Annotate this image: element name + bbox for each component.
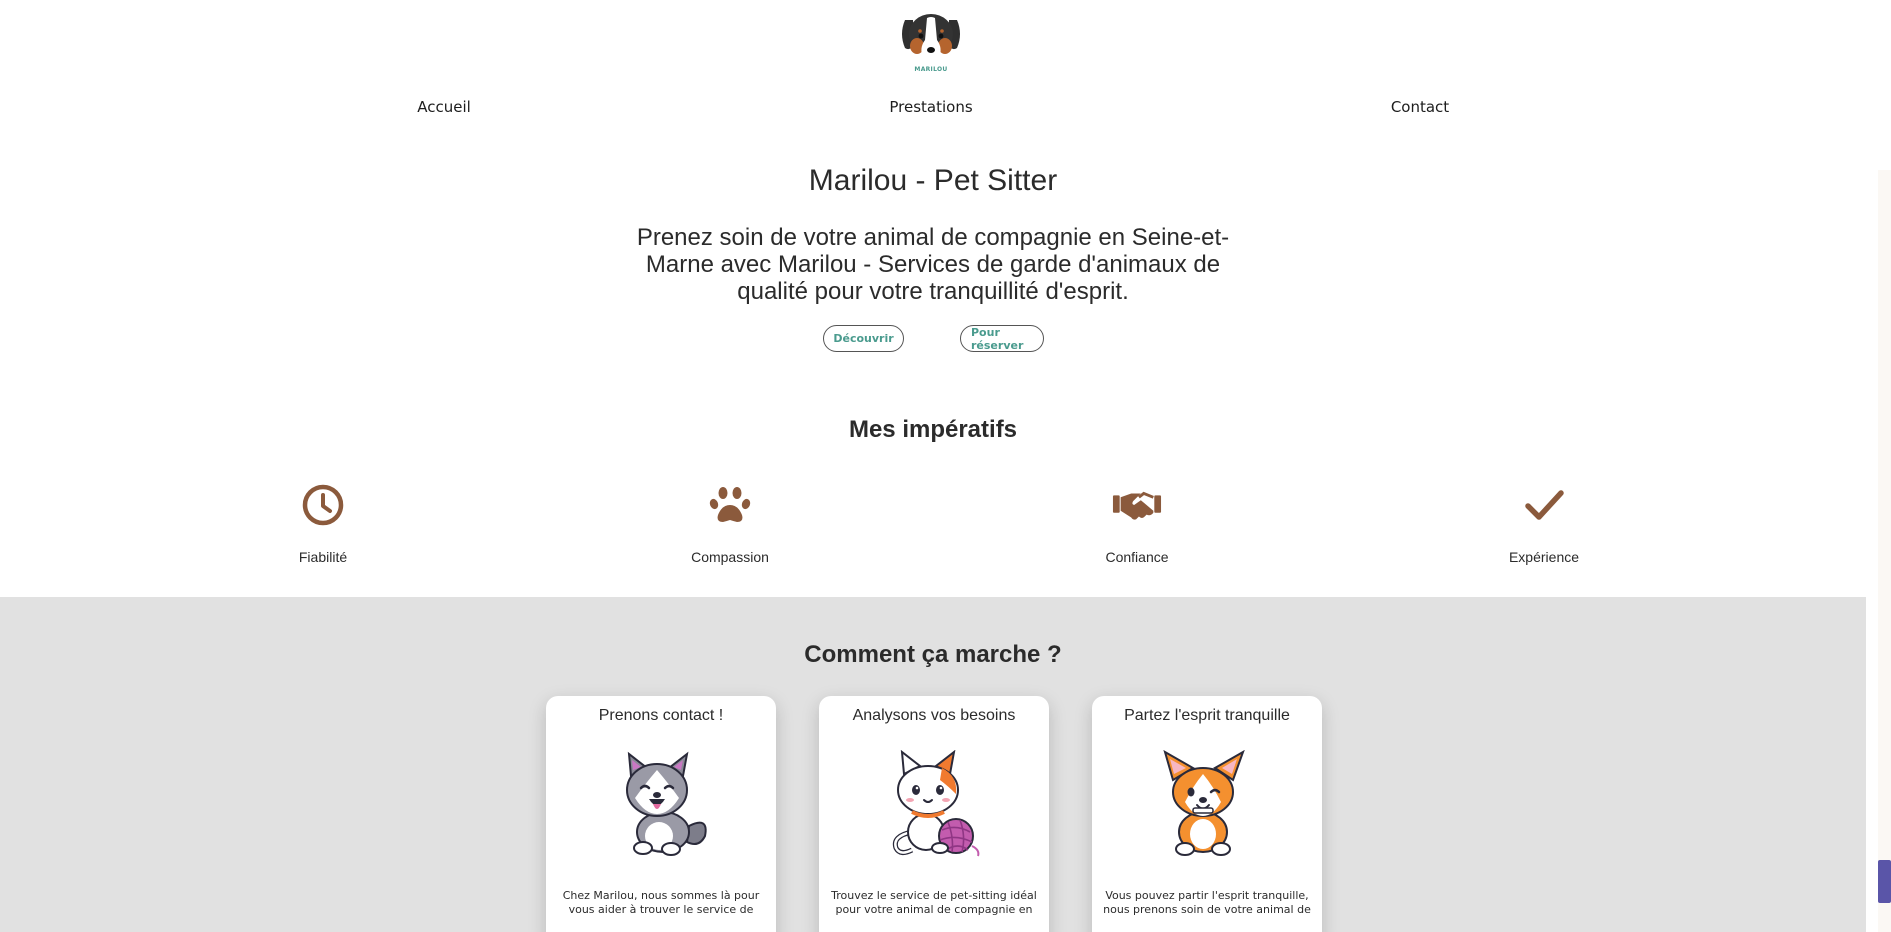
step-card-text: Trouvez le service de pet-sitting idéal … (831, 889, 1037, 916)
logo[interactable]: MARILOU (895, 12, 967, 80)
imperatif-item: Fiabilité (243, 480, 403, 565)
step-card-title: Analysons vos besoins (852, 707, 1016, 724)
scrollbar-thumb[interactable] (1878, 860, 1891, 903)
scrollbar-track[interactable] (1878, 170, 1891, 932)
step-card-text: Vous pouvez partir l'esprit tranquille, … (1103, 889, 1311, 916)
imperatif-item: Expérience (1464, 480, 1624, 565)
nav-link-prestations[interactable]: Prestations (889, 98, 972, 116)
imperatifs-title: Mes impératifs (848, 416, 1018, 443)
cat-illustration (879, 749, 989, 859)
step-card-title: Partez l'esprit tranquille (1124, 707, 1290, 724)
book-button[interactable]: Pour réserver (960, 325, 1044, 352)
imperatif-item: Compassion (650, 480, 810, 565)
imperatif-label: Confiance (1105, 549, 1169, 565)
logo-text: MARILOU (914, 66, 948, 73)
paw-icon (705, 480, 755, 530)
step-card-title: Prenons contact ! (598, 707, 724, 724)
imperatif-item: Confiance (1057, 480, 1217, 565)
step-card: Analysons vos besoins Trouvez le service… (819, 696, 1049, 932)
imperatif-label: Expérience (1508, 549, 1580, 565)
hero-subtitle: Prenez soin de votre animal de compagnie… (636, 224, 1230, 305)
nav-link-accueil[interactable]: Accueil (417, 98, 471, 116)
imperatif-label: Fiabilité (298, 549, 348, 565)
how-title: Comment ça marche ? (804, 641, 1062, 668)
check-icon (1519, 480, 1569, 530)
imperatif-label: Compassion (691, 549, 769, 565)
step-card: Partez l'esprit tranquille Vous pouvez p… (1092, 696, 1322, 932)
handshake-icon (1112, 480, 1162, 530)
step-card-text: Chez Marilou, nous sommes là pour vous a… (562, 889, 760, 916)
dog-logo-icon (902, 14, 960, 62)
husky-illustration (606, 749, 716, 859)
discover-button[interactable]: Découvrir (823, 325, 904, 352)
step-card: Prenons contact ! Chez Marilou, nous som… (546, 696, 776, 932)
corgi-illustration (1152, 749, 1262, 859)
hero-title: Marilou - Pet Sitter (808, 164, 1058, 197)
clock-icon (298, 480, 348, 530)
page: MARILOU Accueil Prestations Contact Mari… (0, 0, 1891, 932)
main-nav: Accueil Prestations Contact (0, 98, 1891, 122)
nav-link-contact[interactable]: Contact (1391, 98, 1449, 116)
